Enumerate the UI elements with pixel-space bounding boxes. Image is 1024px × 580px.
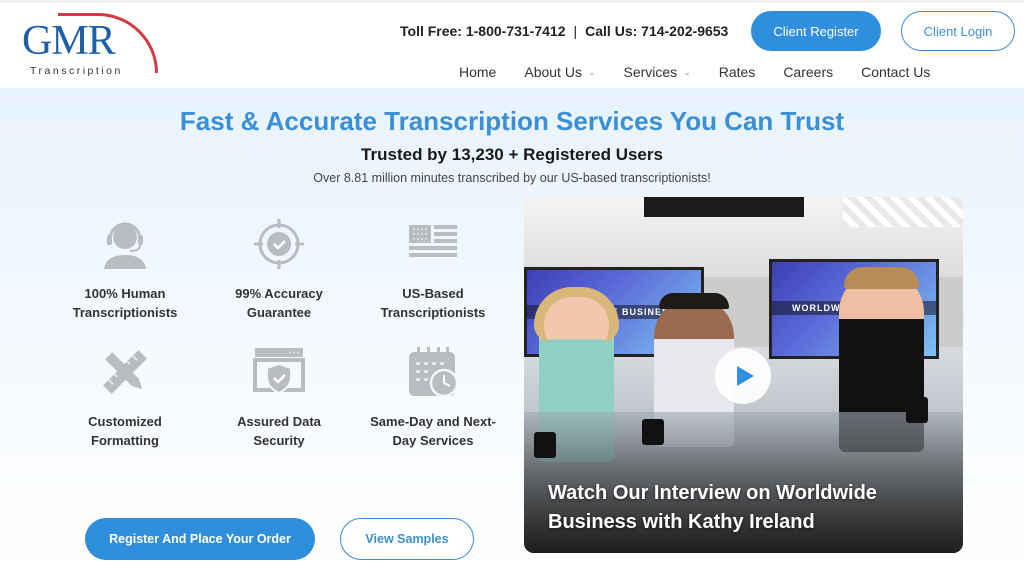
- nav-item-services[interactable]: Services ⌄: [624, 64, 691, 80]
- target-check-icon: [251, 216, 307, 272]
- hero-subtitle: Trusted by 13,230 + Registered Users: [361, 145, 663, 164]
- feature-item: 99% Accuracy Guarantee: [202, 216, 356, 322]
- person-center-hair: [659, 293, 729, 309]
- video-thumbnail-pattern: [843, 197, 963, 227]
- feature-item: US-Based Transcriptionists: [356, 216, 510, 322]
- calendar-clock-icon: [405, 344, 461, 400]
- feature-label: Same-Day and Next-Day Services: [370, 414, 496, 448]
- hero-note: Over 8.81 million minutes transcribed by…: [313, 171, 711, 185]
- nav-item-home[interactable]: Home: [459, 64, 496, 80]
- feature-label: 99% Accuracy Guarantee: [235, 286, 323, 320]
- nav-item-careers[interactable]: Careers: [783, 64, 833, 80]
- play-button[interactable]: [715, 348, 771, 404]
- gmr-logo[interactable]: GMR Transcription: [20, 11, 158, 81]
- toll-free-phone[interactable]: Toll Free: 1-800-731-7412: [400, 23, 566, 39]
- feature-item: Same-Day and Next-Day Services: [356, 344, 510, 450]
- shield-window-icon: [251, 344, 307, 400]
- nav-item-label: Rates: [718, 64, 756, 80]
- logo-subtitle: Transcription: [30, 65, 123, 77]
- logo-brand: GMR: [22, 18, 116, 64]
- chevron-down-icon: ⌄: [587, 66, 596, 77]
- video-caption: Watch Our Interview on Worldwide Busines…: [548, 482, 877, 533]
- call-us-phone[interactable]: Call Us: 714-202-9653: [585, 23, 728, 39]
- hero-section: Fast & Accurate Transcription Services Y…: [0, 88, 1024, 580]
- play-icon: [737, 366, 754, 386]
- headset-person-icon: [97, 216, 153, 272]
- hero-title: Fast & Accurate Transcription Services Y…: [179, 106, 845, 136]
- site-header: GMR Transcription Toll Free: 1-800-731-7…: [0, 0, 1024, 88]
- feature-item: Assured Data Security: [202, 344, 356, 450]
- mug: [642, 419, 664, 445]
- main-nav: Home About Us ⌄ Services ⌄ Rates Careers C…: [459, 64, 930, 80]
- feature-label: US-Based Transcriptionists: [380, 286, 486, 320]
- nav-item-rates[interactable]: Rates: [719, 64, 756, 80]
- video-thumbnail-ceiling: [644, 197, 804, 217]
- nav-item-label: Careers: [783, 64, 834, 80]
- mug: [906, 397, 928, 423]
- feature-item: Customized Formatting: [48, 344, 202, 450]
- nav-item-about-us[interactable]: About Us ⌄: [524, 64, 595, 80]
- pencil-ruler-icon: [97, 344, 153, 400]
- client-login-button[interactable]: Client Login: [901, 11, 1015, 51]
- nav-item-label: Contact Us: [861, 64, 931, 80]
- contact-separator: |: [573, 23, 578, 39]
- view-samples-button[interactable]: View Samples: [340, 518, 474, 560]
- client-register-button[interactable]: Client Register: [751, 11, 881, 51]
- feature-label: Assured Data Security: [237, 414, 321, 448]
- feature-label: 100% Human Transcriptionists: [72, 286, 178, 320]
- person-right-hair: [844, 267, 919, 289]
- us-flag-icon: [405, 216, 461, 272]
- mug: [534, 432, 556, 458]
- feature-grid: 100% Human Transcriptionists 99% Accurac…: [48, 216, 510, 450]
- interview-video[interactable]: WORLDWIDE BUSINESS WORLDWIDE BUSINESS Wa…: [524, 197, 963, 553]
- nav-item-label: Services: [623, 64, 678, 80]
- contact-phones: Toll Free: 1-800-731-7412 | Call Us: 714-2…: [400, 23, 728, 39]
- chevron-down-icon: ⌄: [683, 66, 691, 77]
- nav-item-label: About Us: [524, 64, 582, 80]
- nav-item-label: Home: [459, 64, 497, 80]
- feature-label: Customized Formatting: [88, 414, 162, 448]
- feature-item: 100% Human Transcriptionists: [48, 216, 202, 322]
- register-order-button[interactable]: Register And Place Your Order: [85, 518, 315, 560]
- nav-item-contact-us[interactable]: Contact Us: [861, 64, 930, 80]
